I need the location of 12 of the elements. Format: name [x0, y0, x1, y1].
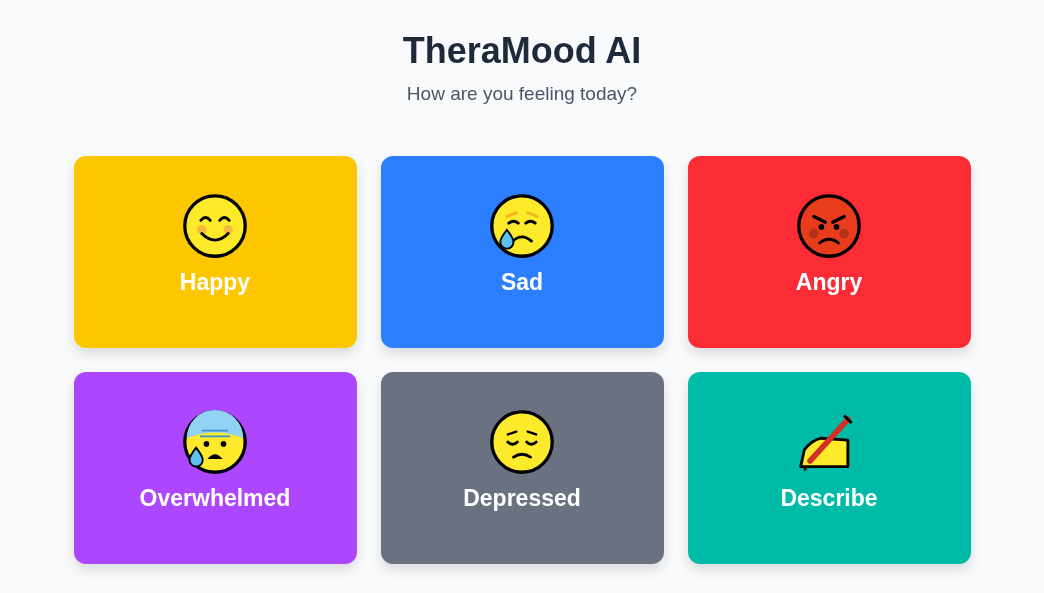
smiling-face-icon — [181, 192, 249, 260]
angry-face-icon — [795, 192, 863, 260]
pensive-face-icon — [488, 408, 556, 476]
mood-card[interactable]: Angry — [687, 156, 971, 348]
crying-face-icon — [488, 192, 556, 260]
mood-card[interactable]: Sad — [380, 156, 664, 348]
subtitle: How are you feeling today? — [406, 82, 638, 106]
mood-card[interactable]: Depressed — [380, 372, 664, 564]
anxious-face-icon — [181, 408, 249, 476]
mood-card[interactable]: Describe — [687, 372, 971, 564]
app-title: TheraMood AI — [402, 29, 642, 73]
mood-card[interactable]: Overwhelmed — [73, 372, 357, 564]
